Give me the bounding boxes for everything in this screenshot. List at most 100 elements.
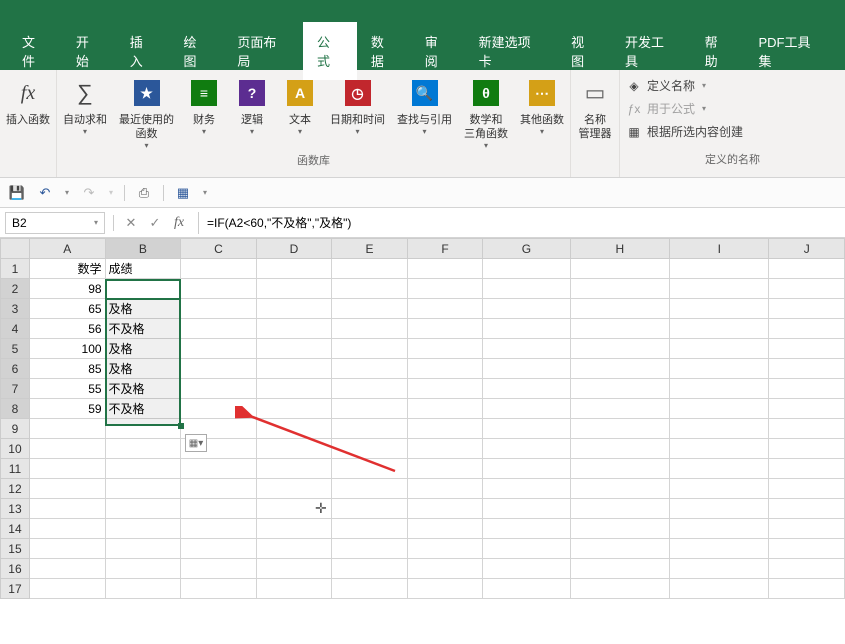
financial-button[interactable]: ≡ 财务 ▾ xyxy=(180,72,228,150)
custom-button[interactable]: ▦ xyxy=(172,182,194,204)
cell[interactable] xyxy=(256,579,332,599)
insert-function-bar-button[interactable]: fx xyxy=(168,212,190,234)
cell[interactable] xyxy=(483,439,570,459)
cell[interactable] xyxy=(256,439,332,459)
cell[interactable] xyxy=(483,259,570,279)
cell[interactable] xyxy=(256,319,332,339)
logic-button[interactable]: ? 逻辑 ▾ xyxy=(228,72,276,150)
row-header[interactable]: 17 xyxy=(1,579,30,599)
cell[interactable] xyxy=(256,519,332,539)
cell[interactable] xyxy=(105,459,181,479)
cell[interactable] xyxy=(670,259,769,279)
cell[interactable] xyxy=(332,399,408,419)
row-header[interactable]: 7 xyxy=(1,379,30,399)
cell[interactable]: 98 xyxy=(29,279,105,299)
cell[interactable]: 56 xyxy=(29,319,105,339)
cell[interactable] xyxy=(105,519,181,539)
print-preview-button[interactable]: ⎙ xyxy=(133,182,155,204)
cell[interactable] xyxy=(407,479,483,499)
cell[interactable] xyxy=(256,299,332,319)
cell[interactable] xyxy=(105,559,181,579)
cell[interactable] xyxy=(483,539,570,559)
cell[interactable] xyxy=(670,479,769,499)
autofill-options-button[interactable]: ▦▾ xyxy=(185,434,207,452)
cell[interactable] xyxy=(483,399,570,419)
cell[interactable] xyxy=(29,479,105,499)
cell[interactable] xyxy=(670,579,769,599)
cell[interactable] xyxy=(181,519,257,539)
cell[interactable] xyxy=(181,459,257,479)
row-header[interactable]: 8 xyxy=(1,399,30,419)
cell[interactable] xyxy=(181,539,257,559)
cell[interactable]: 不及格 xyxy=(105,379,181,399)
cell[interactable] xyxy=(181,319,257,339)
cell[interactable]: 及格 xyxy=(105,359,181,379)
cell[interactable] xyxy=(483,279,570,299)
cell[interactable]: 及格 xyxy=(105,299,181,319)
cell[interactable] xyxy=(670,279,769,299)
cell[interactable] xyxy=(570,419,669,439)
cell[interactable] xyxy=(570,459,669,479)
cell[interactable] xyxy=(483,299,570,319)
col-header-E[interactable]: E xyxy=(332,239,408,259)
cell[interactable] xyxy=(332,559,408,579)
cell[interactable] xyxy=(769,339,845,359)
cell[interactable] xyxy=(570,259,669,279)
cell[interactable] xyxy=(769,559,845,579)
cell[interactable] xyxy=(181,339,257,359)
cell[interactable] xyxy=(105,439,181,459)
cell[interactable] xyxy=(769,379,845,399)
cell[interactable] xyxy=(769,519,845,539)
cell[interactable] xyxy=(670,559,769,579)
cell[interactable] xyxy=(483,459,570,479)
cell[interactable] xyxy=(105,419,181,439)
cell[interactable] xyxy=(670,439,769,459)
confirm-formula-button[interactable]: ✓ xyxy=(144,212,166,234)
redo-button[interactable]: ↷ xyxy=(78,182,100,204)
cell[interactable] xyxy=(256,379,332,399)
row-header[interactable]: 1 xyxy=(1,259,30,279)
cell[interactable] xyxy=(29,579,105,599)
cell[interactable] xyxy=(256,459,332,479)
cell[interactable] xyxy=(483,579,570,599)
row-header[interactable]: 4 xyxy=(1,319,30,339)
col-header-D[interactable]: D xyxy=(256,239,332,259)
cell[interactable] xyxy=(29,439,105,459)
autosum-button[interactable]: ∑ 自动求和 ▾ xyxy=(57,72,113,150)
cell[interactable] xyxy=(407,439,483,459)
row-header[interactable]: 10 xyxy=(1,439,30,459)
cell[interactable] xyxy=(105,479,181,499)
other-functions-button[interactable]: ⋯ 其他函数 ▾ xyxy=(514,72,570,150)
cell[interactable] xyxy=(181,479,257,499)
cell[interactable]: 及格 xyxy=(105,279,181,299)
cell[interactable] xyxy=(407,359,483,379)
cell[interactable] xyxy=(407,259,483,279)
cell[interactable] xyxy=(407,499,483,519)
cell[interactable] xyxy=(332,439,408,459)
cell[interactable] xyxy=(769,439,845,459)
cell[interactable]: 不及格 xyxy=(105,319,181,339)
cell[interactable] xyxy=(181,379,257,399)
col-header-C[interactable]: C xyxy=(181,239,257,259)
cell[interactable] xyxy=(769,539,845,559)
cell[interactable] xyxy=(181,499,257,519)
cell[interactable]: 及格 xyxy=(105,339,181,359)
cell[interactable] xyxy=(256,339,332,359)
cell[interactable] xyxy=(332,579,408,599)
cell[interactable] xyxy=(670,459,769,479)
cell[interactable] xyxy=(256,539,332,559)
datetime-button[interactable]: ◷ 日期和时间 ▾ xyxy=(324,72,391,150)
row-header[interactable]: 2 xyxy=(1,279,30,299)
cell[interactable] xyxy=(407,379,483,399)
cell[interactable] xyxy=(256,479,332,499)
text-button[interactable]: A 文本 ▾ xyxy=(276,72,324,150)
undo-button[interactable]: ↶ xyxy=(34,182,56,204)
cell[interactable] xyxy=(769,259,845,279)
col-header-I[interactable]: I xyxy=(670,239,769,259)
cell[interactable] xyxy=(181,299,257,319)
cell[interactable] xyxy=(769,279,845,299)
cell[interactable] xyxy=(570,559,669,579)
cell[interactable] xyxy=(29,519,105,539)
undo-dropdown[interactable]: ▾ xyxy=(62,182,72,204)
cancel-formula-button[interactable]: ✕ xyxy=(120,212,142,234)
